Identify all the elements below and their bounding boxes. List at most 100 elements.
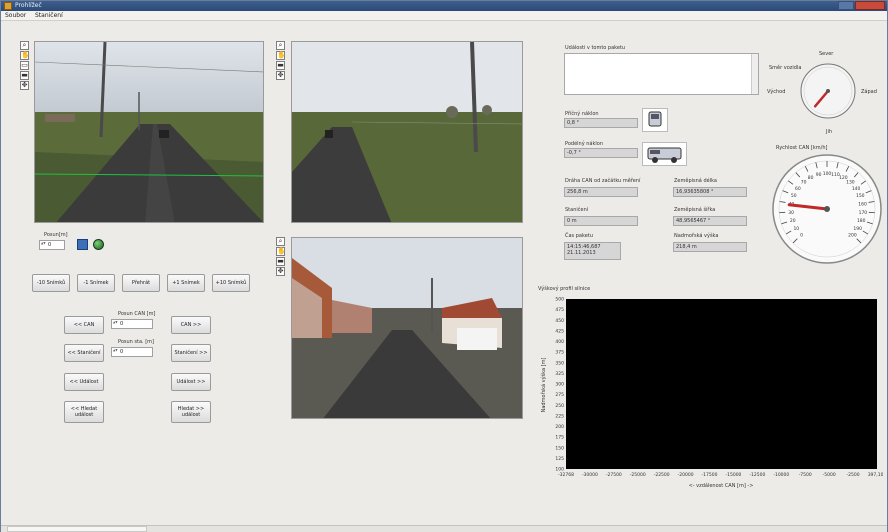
speedo-tick-label: 140 — [852, 186, 861, 192]
select-icon[interactable]: ▭ — [20, 61, 29, 70]
chart-ylabel: Nadmořská výška [m] — [540, 358, 547, 413]
staniceni-prev-button[interactable]: << Staničení — [64, 344, 104, 362]
staniceni-label: Staničení — [565, 207, 589, 213]
pan-icon[interactable]: ✋ — [20, 51, 30, 60]
menu-staniceni[interactable]: Staničení — [35, 12, 63, 19]
posun-can-input[interactable]: 0 — [111, 319, 153, 329]
zoom-icon[interactable]: ⌕ — [276, 41, 285, 50]
chart-xtick-label: -7500 — [799, 472, 812, 478]
main-window: Prohlížeč Soubor Staničení ⌕ ✋ ▭ ▬ ✥ ⌕ ✋… — [0, 0, 888, 532]
save-icon[interactable] — [77, 239, 88, 250]
speedo-tick-label: 150 — [856, 193, 865, 199]
compass-east: Východ — [767, 88, 785, 95]
staniceni-next-button[interactable]: Staničení >> — [171, 344, 211, 362]
delka-label: Zeměpisná délka — [674, 178, 717, 184]
pan-icon[interactable]: ✋ — [276, 51, 286, 60]
settings-icon[interactable]: ✥ — [20, 81, 29, 90]
zoom-icon[interactable]: ⌕ — [276, 237, 285, 246]
horizontal-scrollbar[interactable] — [7, 526, 147, 532]
hledat-prev-button[interactable]: << Hledat událost — [64, 401, 104, 423]
vyska-value: 218,4 m — [673, 242, 747, 252]
fit-icon[interactable]: ▬ — [20, 71, 29, 80]
udalosti-label: Události v tomto paketu — [565, 45, 626, 51]
compass-west: Západ — [861, 88, 877, 95]
zoom-icon[interactable]: ⌕ — [20, 41, 29, 50]
posun-label: Posun[m] — [44, 232, 68, 238]
hledat-next-button[interactable]: Hledat >> událost — [171, 401, 211, 423]
can-prev-button[interactable]: << CAN — [64, 316, 104, 334]
chart-xtick-label: -32768 — [558, 472, 574, 478]
pricny-label: Příčný náklon — [565, 111, 599, 117]
speedo-tick-label: 180 — [857, 218, 866, 224]
chart-ytick-label: 275 — [555, 392, 564, 398]
speedo-tick-label: 80 — [808, 175, 814, 181]
chart-xtick-label: -2500 — [847, 472, 860, 478]
play-button[interactable]: Přehrát — [122, 274, 160, 292]
cas-label: Čas paketu — [565, 233, 593, 239]
compass-gauge: Směr vozidla Sever Východ Západ Jih — [767, 51, 877, 135]
speedo-tick-label: 130 — [846, 180, 855, 186]
speedo-tick-label: 90 — [816, 172, 822, 178]
chart-xtick-label: -15000 — [725, 472, 741, 478]
chart-ytick-label: 200 — [555, 424, 564, 430]
chart-xtick-label: -27500 — [606, 472, 622, 478]
vehicle-rear-icon — [642, 108, 668, 132]
vehicle-side-icon — [642, 142, 687, 166]
minimize-button[interactable] — [838, 1, 854, 10]
video2-toolbar: ⌕ ✋ ▬ ✥ — [276, 41, 286, 81]
chart-ytick-label: 475 — [555, 307, 564, 313]
chart-ytick-label: 150 — [555, 445, 564, 451]
minus-10-frames-button[interactable]: -10 Snímků — [32, 274, 70, 292]
fit-icon[interactable]: ▬ — [276, 61, 285, 70]
minus-1-frame-button[interactable]: -1 Snímek — [77, 274, 115, 292]
chart-plot-area — [566, 299, 877, 469]
pan-icon[interactable]: ✋ — [276, 247, 286, 256]
status-led-icon — [93, 239, 104, 250]
sirka-label: Zeměpisná šířka — [674, 207, 716, 213]
plus-1-frame-button[interactable]: +1 Snímek — [167, 274, 205, 292]
udalost-next-button[interactable]: Událost >> — [171, 373, 211, 391]
speedo-tick-label: 70 — [801, 180, 807, 186]
menu-bar: Soubor Staničení — [1, 11, 887, 21]
sirka-value: 48,9565467 ° — [673, 216, 747, 226]
video-front-camera — [34, 41, 264, 223]
posun-can-label: Posun CAN [m] — [118, 311, 156, 317]
title-bar: Prohlížeč — [1, 1, 887, 11]
chart-ytick-label: 375 — [555, 350, 564, 356]
udalosti-scrollbar[interactable] — [751, 54, 758, 94]
posun-input[interactable]: 0 — [39, 240, 65, 250]
fit-icon[interactable]: ▬ — [276, 257, 285, 266]
speedo-tick-label: 50 — [791, 193, 797, 199]
video-side-camera — [291, 41, 523, 223]
chart-xtick-label: -25000 — [630, 472, 646, 478]
chart-ytick-label: 225 — [555, 413, 564, 419]
udalost-prev-button[interactable]: << Událost — [64, 373, 104, 391]
settings-icon[interactable]: ✥ — [276, 267, 285, 276]
cas-date: 21.11.2013 — [567, 250, 596, 256]
video1-toolbar: ⌕ ✋ ▭ ▬ ✥ — [20, 41, 30, 91]
plus-10-frames-button[interactable]: +10 Snímků — [212, 274, 250, 292]
chart-xtick-label: -10000 — [773, 472, 789, 478]
posun-sta-label: Posun sta. [m] — [118, 339, 155, 345]
staniceni-value: 0 m — [564, 216, 638, 226]
chart-xtick-label: -30000 — [582, 472, 598, 478]
close-button[interactable] — [855, 1, 885, 10]
settings-icon[interactable]: ✥ — [276, 71, 285, 80]
video3-toolbar: ⌕ ✋ ▬ ✥ — [276, 237, 286, 277]
draha-label: Dráha CAN od začátku měření — [565, 178, 641, 184]
elevation-chart-svg: 500 475 450 425 400 375 350 325 300 275 250 225 200 1… — [540, 297, 886, 489]
cas-value: 14:15:46,687 21.11.2013 — [564, 242, 621, 260]
delka-value: 16,93635808 ° — [673, 187, 747, 197]
udalosti-listbox[interactable] — [564, 53, 759, 95]
video-side-frame — [292, 42, 522, 222]
menu-soubor[interactable]: Soubor — [5, 12, 26, 19]
can-next-button[interactable]: CAN >> — [171, 316, 211, 334]
posun-sta-input[interactable]: 0 — [111, 347, 153, 357]
podelny-value: -0,7 ° — [564, 148, 638, 158]
chart-xtick-label: -5000 — [823, 472, 836, 478]
speedo-tick-label: 20 — [790, 218, 796, 224]
compass-label: Směr vozidla — [769, 64, 801, 71]
chart-ytick-label: 100 — [555, 467, 564, 473]
chart-ytick-label: 125 — [555, 456, 564, 462]
chart-ytick-label: 350 — [555, 360, 564, 366]
